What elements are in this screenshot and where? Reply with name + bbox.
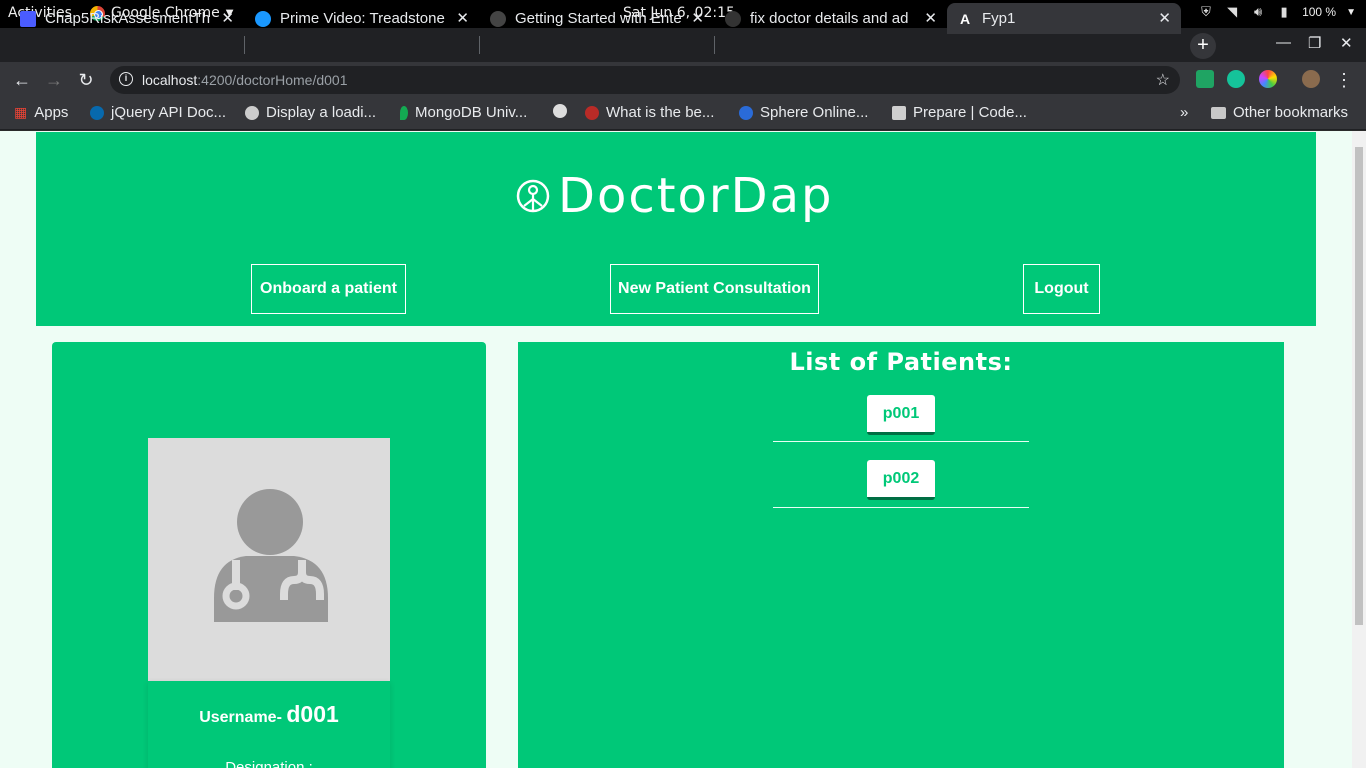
tab-prime-video[interactable]: Prime Video: Treadstone ✕ <box>245 3 479 34</box>
bookmark-star-icon[interactable]: ☆ <box>1156 70 1170 90</box>
sphere-icon <box>739 105 753 120</box>
globe-icon <box>553 104 567 118</box>
other-bookmarks[interactable]: Other bookmarks <box>1211 104 1348 121</box>
quora-icon <box>585 105 599 120</box>
bookmark-label: What is the be... <box>606 104 715 121</box>
apps-grid-icon: ▦ <box>14 104 28 120</box>
close-icon[interactable]: ✕ <box>1158 9 1171 27</box>
bookmark-label: jQuery API Doc... <box>111 104 227 121</box>
page-scrollbar[interactable] <box>1352 131 1366 768</box>
doctor-info: Username- d001 Designation : <box>148 681 390 768</box>
forward-icon[interactable]: → <box>42 68 66 92</box>
tab-getting-started[interactable]: Getting Started with Ente ✕ <box>480 3 714 34</box>
bookmark-label: Sphere Online... <box>760 104 869 121</box>
minimize-icon[interactable]: — <box>1276 34 1291 51</box>
system-tray[interactable]: ⛨ ◥ 🔊︎ ▮ 100 % ▼ <box>1198 4 1356 20</box>
doctor-icon <box>214 489 328 622</box>
username-label: Username- <box>199 709 282 726</box>
bookmark-apps[interactable]: ▦ Apps <box>14 104 68 121</box>
bookmark-prepare-code[interactable]: Prepare | Code... <box>892 104 1027 121</box>
site-icon <box>490 10 506 27</box>
bookmarks-overflow-button[interactable]: » <box>1180 104 1188 121</box>
extension-shield-icon[interactable] <box>1196 70 1214 88</box>
peace-logo-icon <box>516 179 550 213</box>
github-icon <box>725 10 741 27</box>
site-icon <box>245 105 259 120</box>
new-tab-button[interactable]: + <box>1190 33 1216 59</box>
bookmark-label: Apps <box>34 104 69 121</box>
username-value: d001 <box>286 701 339 727</box>
tab-title: fix doctor details and ad <box>750 10 909 27</box>
doctor-avatar <box>148 438 390 681</box>
volume-icon: 🔊︎ <box>1253 4 1263 19</box>
jquery-icon <box>90 105 104 120</box>
close-icon[interactable]: ✕ <box>691 9 704 27</box>
info-icon[interactable]: i <box>119 72 133 86</box>
tab-title: Fyp1 <box>982 10 1016 27</box>
avatar[interactable] <box>1302 70 1320 88</box>
close-icon[interactable]: ✕ <box>221 9 234 27</box>
codechef-icon <box>892 105 906 120</box>
bookmark-label: Prepare | Code... <box>913 104 1027 121</box>
bookmark-jquery[interactable]: jQuery API Doc... <box>90 104 226 121</box>
tab-divider <box>479 36 480 54</box>
shield-icon: ⛨ <box>1201 4 1211 19</box>
folder-icon <box>1211 106 1226 119</box>
bookmarks-bar: ▦ Apps jQuery API Doc... Display a loadi… <box>0 98 1366 130</box>
battery-icon: ▮ <box>1280 4 1288 19</box>
bookmark-quora[interactable]: What is the be... <box>585 104 714 121</box>
bookmark-label: Display a loadi... <box>266 104 377 121</box>
bookmark-display-loading[interactable]: Display a loadi... <box>245 104 376 121</box>
patients-card: List of Patients: p001 p002 <box>518 342 1284 768</box>
battery-level: 100 % <box>1302 5 1337 19</box>
close-icon[interactable]: ✕ <box>456 9 469 27</box>
wifi-icon: ◥ <box>1227 4 1238 19</box>
patients-title: List of Patients: <box>789 348 1013 376</box>
divider <box>773 507 1029 508</box>
close-window-icon[interactable]: ✕ <box>1340 34 1353 52</box>
scrollbar-thumb[interactable] <box>1355 147 1363 625</box>
url-text[interactable]: localhost:4200/doctorHome/d001 <box>142 72 347 88</box>
bookmark-sphere[interactable]: Sphere Online... <box>739 104 868 121</box>
grammarly-icon[interactable] <box>1227 70 1245 88</box>
patient-button-p002[interactable]: p002 <box>867 460 935 500</box>
tab-chap5[interactable]: Chap5RiskAssesmentTh ✕ <box>10 3 244 34</box>
tab-github[interactable]: fix doctor details and ad ✕ <box>715 3 947 34</box>
docs-icon <box>20 10 36 27</box>
close-icon[interactable]: ✕ <box>924 9 937 27</box>
onboard-patient-button[interactable]: Onboard a patient <box>251 264 406 314</box>
app-header: DoctorDap Onboard a patient New Patient … <box>36 132 1316 326</box>
tab-divider <box>714 36 715 54</box>
divider <box>773 441 1029 442</box>
doctor-profile-card: Username- d001 Designation : <box>52 342 486 768</box>
play-icon <box>255 10 271 27</box>
bookmark-mongodb[interactable]: MongoDB Univ... <box>400 104 527 121</box>
bookmark-label: Other bookmarks <box>1233 104 1349 121</box>
angular-icon: A <box>959 10 971 27</box>
bookmark-label: MongoDB Univ... <box>415 104 528 121</box>
address-bar[interactable]: i localhost:4200/doctorHome/d001 ☆ <box>110 66 1180 94</box>
menu-icon[interactable]: ⋮ <box>1332 68 1356 92</box>
tab-title: Getting Started with Ente <box>515 10 682 27</box>
reload-icon[interactable]: ↻ <box>74 68 98 92</box>
designation-label: Designation : <box>225 759 313 768</box>
brand-name: DoctorDap <box>558 168 834 224</box>
username: Username- d001 <box>148 701 390 728</box>
tab-title: Prime Video: Treadstone <box>280 10 445 27</box>
color-picker-icon[interactable] <box>1259 70 1277 88</box>
brand[interactable]: DoctorDap <box>516 168 833 224</box>
new-consultation-button[interactable]: New Patient Consultation <box>610 264 819 314</box>
tab-divider <box>244 36 245 54</box>
back-icon[interactable]: ← <box>10 68 34 92</box>
logout-button[interactable]: Logout <box>1023 264 1100 314</box>
mongodb-leaf-icon <box>400 105 408 120</box>
patient-button-p001[interactable]: p001 <box>867 395 935 435</box>
tab-fyp1[interactable]: A Fyp1 ✕ <box>947 3 1181 34</box>
maximize-icon[interactable]: ❐ <box>1308 34 1321 52</box>
bookmark-globe[interactable] <box>553 104 567 118</box>
page-viewport: DoctorDap Onboard a patient New Patient … <box>0 131 1366 768</box>
chevron-down-icon: ▼ <box>1346 6 1356 18</box>
browser-toolbar: ← → ↻ i localhost:4200/doctorHome/d001 ☆ <box>0 62 1366 98</box>
tab-title: Chap5RiskAssesmentTh <box>45 10 210 27</box>
